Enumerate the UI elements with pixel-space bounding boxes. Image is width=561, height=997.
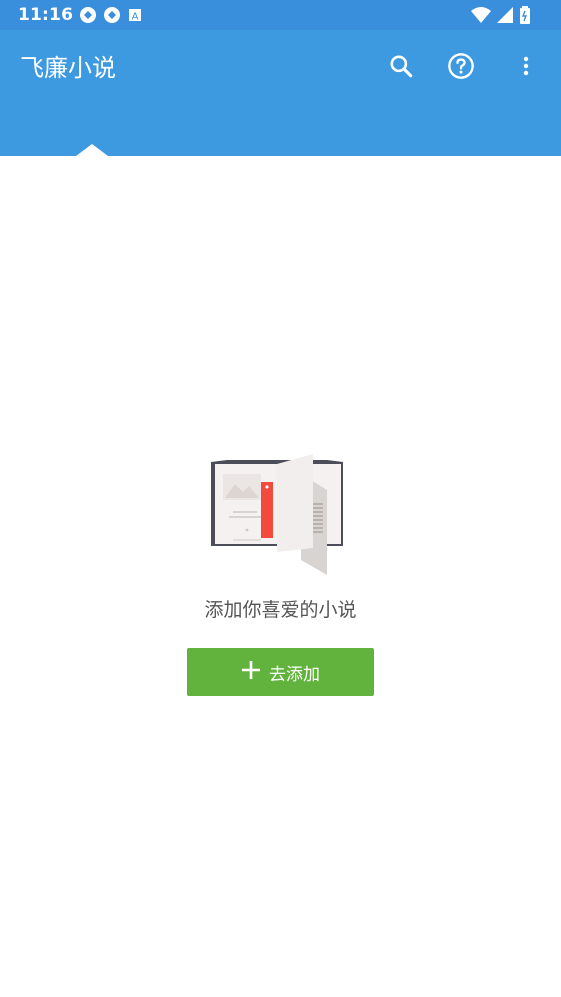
a-badge-icon: A bbox=[127, 7, 143, 23]
status-bar: 11:16 A bbox=[0, 0, 561, 30]
battery-icon bbox=[519, 6, 531, 28]
app-bar: 飞廉小说 bbox=[0, 30, 561, 156]
open-book-icon bbox=[205, 440, 355, 579]
search-icon bbox=[390, 55, 413, 78]
status-time: 11:16 bbox=[18, 5, 74, 25]
tab-indicator bbox=[76, 144, 108, 156]
status-right-group bbox=[471, 6, 531, 28]
add-button-label: 去添加 bbox=[269, 664, 320, 685]
sync-icon bbox=[103, 6, 121, 24]
sync-icon bbox=[79, 6, 97, 24]
help-button[interactable] bbox=[445, 50, 477, 82]
svg-text:A: A bbox=[132, 12, 139, 23]
help-icon bbox=[448, 53, 474, 79]
plus-icon bbox=[241, 659, 261, 685]
empty-message: 添加你喜爱的小说 bbox=[204, 599, 357, 621]
signal-icon bbox=[497, 7, 513, 27]
more-vert-icon bbox=[523, 56, 529, 76]
wifi-icon bbox=[471, 7, 491, 27]
search-button[interactable] bbox=[385, 50, 417, 82]
add-novel-button[interactable]: 去添加 bbox=[187, 648, 374, 696]
more-options-button[interactable] bbox=[510, 50, 542, 82]
app-title: 飞廉小说 bbox=[20, 54, 116, 82]
